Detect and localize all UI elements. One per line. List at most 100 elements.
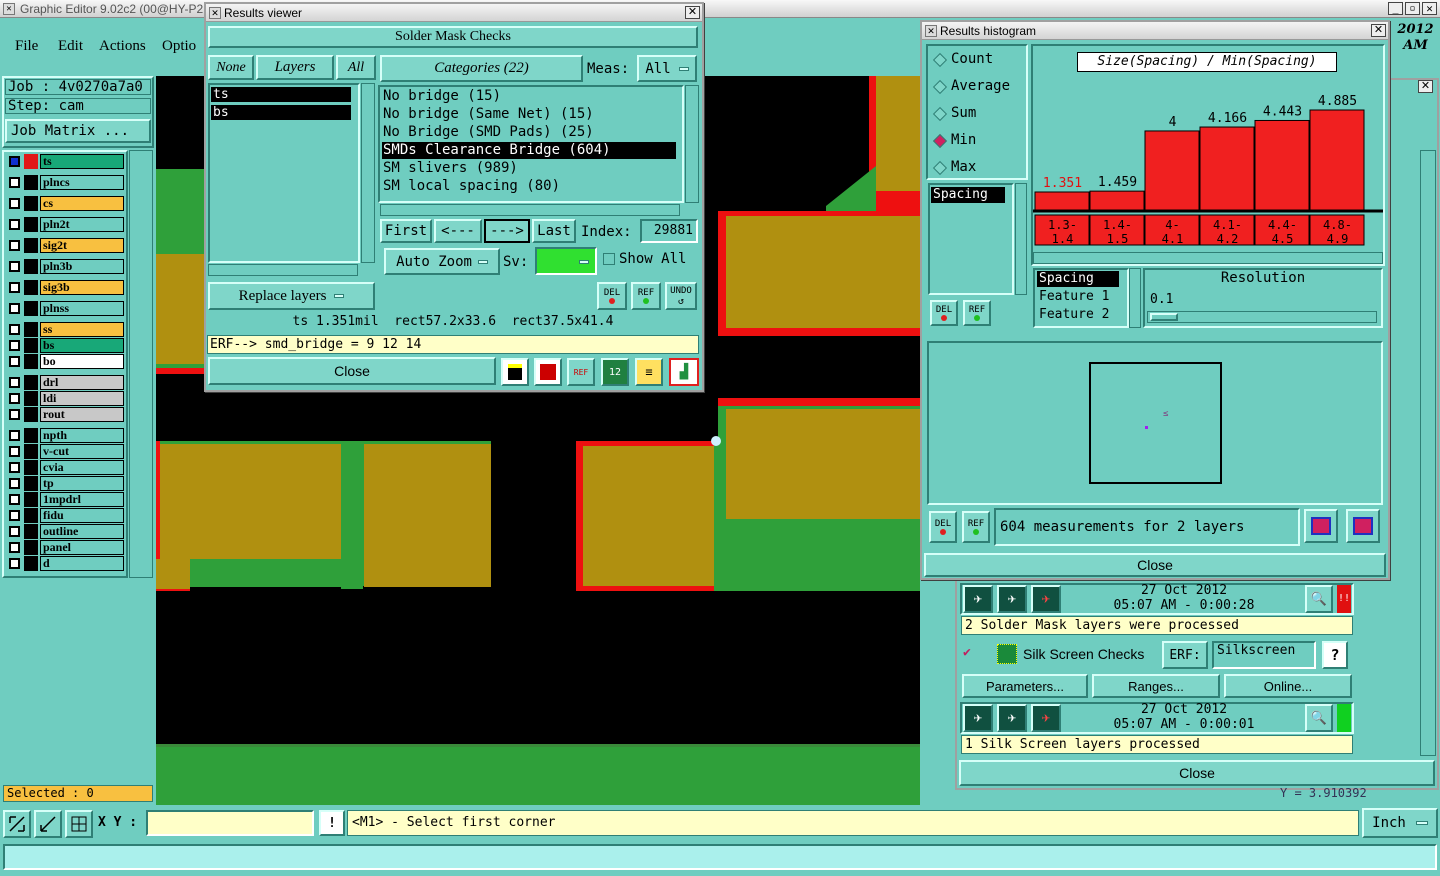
slider-thumb[interactable] — [1150, 313, 1178, 321]
rv-report-button[interactable] — [501, 358, 529, 386]
xy-input[interactable] — [146, 810, 314, 836]
rv-histogram-button[interactable]: ▟ — [669, 358, 699, 386]
hist-list-scroll[interactable] — [1015, 183, 1027, 295]
ss-run-all-button[interactable]: ✈ — [997, 704, 1027, 732]
hist-zoom-button[interactable] — [1346, 509, 1380, 543]
layer-checkbox[interactable] — [9, 510, 20, 521]
layer-checkbox[interactable] — [9, 446, 20, 457]
rv-meas-select[interactable]: All — [637, 55, 697, 82]
hist-bar[interactable] — [1034, 191, 1090, 211]
layer-row-plnss[interactable]: plnss — [6, 301, 124, 316]
checks-close-button[interactable]: Close — [959, 760, 1435, 786]
rv-layers-button[interactable]: Layers — [256, 55, 334, 80]
layer-row-1mpdrl[interactable]: 1mpdrl — [6, 492, 124, 507]
ss-zoom-button[interactable]: 🔍 — [1305, 704, 1333, 732]
sm-run-all-button[interactable]: ✈ — [997, 585, 1027, 613]
app-close-button[interactable]: ✕ — [1422, 2, 1437, 15]
checks-close-icon[interactable]: ✕ — [1418, 80, 1433, 93]
maximize-button[interactable]: ▫ — [1405, 2, 1420, 15]
hist-ref2-button[interactable]: REF — [962, 511, 990, 543]
rv-layer-item[interactable]: bs — [211, 105, 351, 120]
info-button[interactable]: ! — [319, 810, 345, 836]
layer-checkbox[interactable] — [9, 377, 20, 388]
rv-undo-button[interactable]: UNDO ↺ — [665, 282, 697, 310]
checks-scroll-right[interactable] — [1420, 150, 1436, 756]
hist-feature-item[interactable]: Feature 1 — [1037, 289, 1119, 305]
hist-del-button[interactable]: DEL — [930, 300, 958, 326]
layer-row-ldi[interactable]: ldi — [6, 391, 124, 406]
rv-category-item[interactable]: No Bridge (SMD Pads) (25) — [382, 124, 676, 141]
sm-run-button[interactable]: ✈ — [963, 585, 993, 613]
layer-row-npth[interactable]: npth — [6, 428, 124, 443]
rv-all-button[interactable]: All — [336, 55, 376, 80]
layer-checkbox[interactable] — [9, 526, 20, 537]
minimize-button[interactable]: _ — [1388, 2, 1403, 15]
hist-bar[interactable] — [1254, 119, 1310, 211]
layer-row-sig2t[interactable]: sig2t — [6, 238, 124, 253]
layer-row-cs[interactable]: cs — [6, 196, 124, 211]
rv-prev-button[interactable]: <--- — [434, 219, 482, 243]
menu-file[interactable]: File — [15, 38, 38, 55]
rv-show-all-checkbox[interactable] — [603, 253, 615, 265]
layer-checkbox[interactable] — [9, 356, 20, 367]
menu-actions[interactable]: Actions — [99, 38, 146, 55]
layer-checkbox[interactable] — [9, 462, 20, 473]
sm-zoom-button[interactable]: 🔍 — [1305, 585, 1333, 613]
layer-row-rout[interactable]: rout — [6, 407, 124, 422]
rv-category-item[interactable]: No bridge (Same Net) (15) — [382, 106, 676, 123]
layer-row-panel[interactable]: panel — [6, 540, 124, 555]
hist-list-item[interactable]: Spacing — [931, 187, 1005, 203]
layer-row-outline[interactable]: outline — [6, 524, 124, 539]
rv-category-item[interactable]: No bridge (15) — [382, 88, 676, 105]
layer-checkbox[interactable] — [9, 177, 20, 188]
layer-row-cvia[interactable]: cvia — [6, 460, 124, 475]
rv-first-button[interactable]: First — [380, 219, 432, 243]
hist-features-scroll[interactable] — [1129, 268, 1141, 328]
results-viewer-close-icon[interactable]: ✕ — [685, 6, 700, 19]
hist-select-button[interactable] — [1304, 509, 1338, 543]
layer-checkbox[interactable] — [9, 198, 20, 209]
layer-checkbox[interactable] — [9, 494, 20, 505]
rv-replace-layers[interactable]: Replace layers — [208, 282, 375, 310]
hist-del2-button[interactable]: DEL — [929, 511, 957, 543]
ss-check-mark[interactable]: ✔ — [963, 645, 977, 660]
rv-ref-button[interactable]: REF — [631, 282, 661, 310]
layer-row-plncs[interactable]: plncs — [6, 175, 124, 190]
layer-scrollbar[interactable] — [129, 150, 153, 578]
layer-row-v-cut[interactable]: v-cut — [6, 444, 124, 459]
hist-feature-item[interactable]: Feature 2 — [1037, 307, 1119, 323]
layer-checkbox[interactable] — [9, 324, 20, 335]
layer-checkbox[interactable] — [9, 558, 20, 569]
ss-stop-button[interactable]: ✈ — [1031, 704, 1061, 732]
snap-grid-button[interactable] — [65, 810, 93, 838]
hist-bar[interactable] — [1089, 190, 1145, 211]
layer-checkbox[interactable] — [9, 303, 20, 314]
layer-checkbox[interactable] — [9, 261, 20, 272]
ss-help-button[interactable]: ? — [1322, 641, 1348, 669]
zoom-area-button[interactable] — [34, 810, 62, 838]
layer-checkbox[interactable] — [9, 156, 20, 167]
layer-checkbox[interactable] — [9, 219, 20, 230]
layer-row-ts[interactable]: ts — [6, 154, 124, 169]
ss-online-button[interactable]: Online... — [1224, 674, 1352, 698]
rv-none-button[interactable]: None — [208, 55, 254, 80]
rv-notes-button[interactable]: ≡ — [635, 358, 663, 386]
layer-row-d[interactable]: d — [6, 556, 124, 571]
rv-auto-zoom[interactable]: Auto Zoom — [384, 248, 500, 275]
hist-close-button[interactable]: Close — [924, 553, 1386, 577]
layer-checkbox[interactable] — [9, 478, 20, 489]
layer-row-drl[interactable]: drl — [6, 375, 124, 390]
ss-run-button[interactable]: ✈ — [963, 704, 993, 732]
rv-layer-item[interactable]: ts — [211, 87, 351, 102]
layer-checkbox[interactable] — [9, 282, 20, 293]
layer-row-pln2t[interactable]: pln2t — [6, 217, 124, 232]
layer-checkbox[interactable] — [9, 393, 20, 404]
rv-category-vscroll[interactable] — [685, 85, 699, 203]
menu-options[interactable]: Optio — [162, 38, 196, 55]
layer-checkbox[interactable] — [9, 542, 20, 553]
rv-layer-hscroll[interactable] — [208, 264, 358, 276]
layer-checkbox[interactable] — [9, 340, 20, 351]
layer-checkbox[interactable] — [9, 409, 20, 420]
units-select[interactable]: Inch — [1362, 808, 1438, 838]
menu-edit[interactable]: Edit — [58, 38, 83, 55]
